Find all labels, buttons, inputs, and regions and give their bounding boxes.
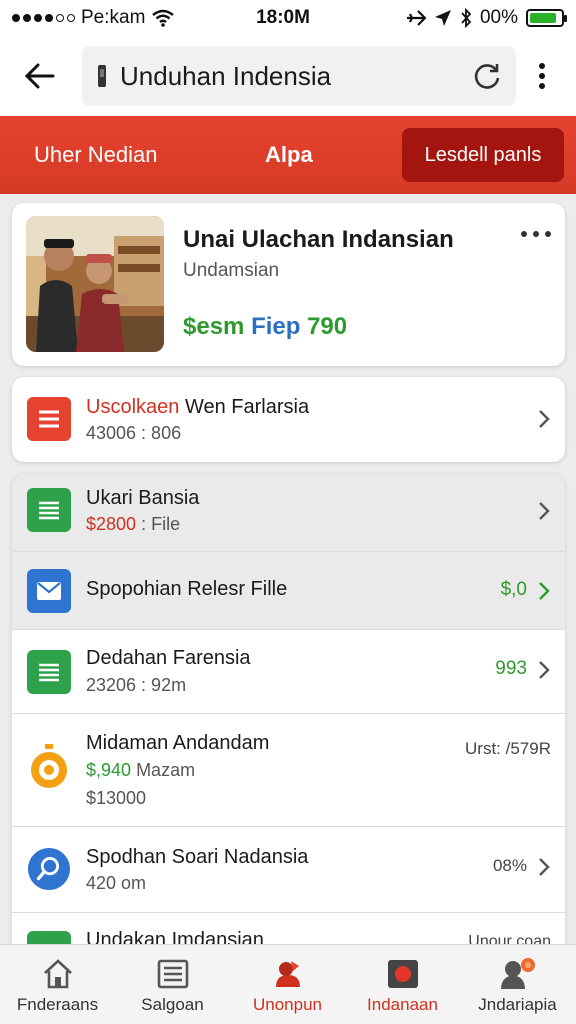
location-icon <box>434 10 451 26</box>
signal-icon <box>12 14 75 22</box>
timer-icon <box>27 744 71 789</box>
battery-fill <box>530 13 556 23</box>
nav-label: Unonpun <box>252 995 322 1014</box>
list-item[interactable]: Spodhan Soari Nadansia 420 om 08% <box>12 827 565 913</box>
lock-icon <box>98 65 106 87</box>
tab-lesdell-label: Lesdell panls <box>424 143 542 166</box>
chevron-right-icon <box>539 858 550 876</box>
nav-label: Jndariapia <box>478 995 557 1014</box>
user-icon <box>500 958 535 989</box>
list-item-subtitle-2: $13000 <box>86 788 147 808</box>
file-item-subtitle: 43006 : 806 <box>86 423 182 443</box>
list-item[interactable]: Midaman Andandam $,940 Mazam $13000 Urst… <box>12 714 565 827</box>
document-icon <box>27 397 71 441</box>
list-item-title: Ukari Bansia <box>86 487 200 509</box>
list-item-title: Spodhan Soari Nadansia <box>86 846 309 868</box>
list-item-price: $2800 <box>86 514 137 534</box>
product-more-button[interactable] <box>521 231 551 237</box>
product-card[interactable]: Unai Ulachan Indansian Undamsian $esm Fi… <box>12 203 565 366</box>
chevron-right-icon <box>539 582 550 600</box>
search-icon <box>27 847 71 891</box>
bottom-nav: Fnderaans Salgoan Unonpun Indanaan Jndar… <box>0 944 576 1024</box>
list-item[interactable]: Spopohian Relesr Fille $,0 <box>12 552 565 630</box>
list-item-subtitle: 420 om <box>86 873 147 893</box>
list-item-value: $,0 <box>500 579 527 600</box>
product-title: Unai Ulachan Indansian <box>183 226 454 253</box>
list-item-subtitle: $,940 Mazam <box>86 760 195 781</box>
status-bar: Pe:kam 18:0M 00% <box>0 0 576 36</box>
top-bar: Unduhan Indensia <box>0 36 576 116</box>
document-icon <box>27 650 71 694</box>
refresh-icon[interactable] <box>472 61 502 91</box>
file-item-title-red: Uscolkaen <box>86 396 180 418</box>
nav-item-jndariapia[interactable]: Jndariapia <box>460 951 575 1021</box>
list-item-value: Urst: /579R <box>465 739 551 758</box>
list-item-title: Spopohian Relesr Fille <box>86 578 288 600</box>
list-item-title: Dedahan Farensia <box>86 647 251 669</box>
product-price: $esm Fiep 790 <box>183 313 347 341</box>
price-part-blue: Fiep <box>251 313 301 340</box>
status-left: Pe:kam <box>12 7 212 29</box>
battery-percent: 00% <box>479 7 518 28</box>
nav-label: Fnderaans <box>16 995 99 1014</box>
nav-label: Indanaan <box>367 995 438 1014</box>
tab-uher-nedian[interactable]: Uher Nedian <box>34 142 158 168</box>
profile-icon <box>275 961 300 987</box>
list-icon <box>157 959 188 989</box>
file-item-card[interactable]: Uscolkaen Wen Farlarsia 43006 : 806 <box>12 377 565 462</box>
nav-item-indanaan[interactable]: Indanaan <box>345 951 460 1021</box>
more-menu-button[interactable] <box>530 56 554 96</box>
status-right: 00% <box>354 7 567 29</box>
tab-lesdell-panls[interactable]: Lesdell panls <box>402 128 564 182</box>
list-item-subtitle: $2800 : File <box>86 514 180 535</box>
tab-bar: Uher Nedian Alpa Lesdell panls <box>0 116 576 194</box>
nav-item-salgoan[interactable]: Salgoan <box>115 951 230 1021</box>
list-item-title: Midaman Andandam <box>86 732 270 754</box>
url-text: Unduhan Indensia <box>120 60 332 91</box>
carrier-label: Pe:kam <box>81 7 146 28</box>
tab-alpa[interactable]: Alpa <box>265 142 313 168</box>
wifi-icon <box>152 9 175 27</box>
list-item[interactable]: Dedahan Farensia 23206 : 92m 993 <box>12 630 565 714</box>
airplane-icon <box>406 10 426 26</box>
list-item-price: $,940 <box>86 760 132 780</box>
status-time: 18:0M <box>256 7 310 28</box>
address-bar[interactable]: Unduhan Indensia <box>82 46 516 106</box>
file-list: Ukari Bansia $2800 : File Spopohian Rele… <box>12 474 565 954</box>
chevron-right-icon <box>539 502 550 520</box>
list-item-meta: : File <box>141 514 181 534</box>
chevron-right-icon <box>539 661 550 679</box>
record-icon <box>387 960 418 988</box>
home-icon <box>43 959 72 989</box>
battery-icon <box>526 9 567 27</box>
document-icon <box>27 488 71 532</box>
nav-label: Salgoan <box>141 995 204 1014</box>
nav-item-unonpun[interactable]: Unonpun <box>230 951 345 1021</box>
list-item-subtitle: 23206 : 92m <box>86 675 187 695</box>
file-item-title: Uscolkaen Wen Farlarsia <box>86 396 309 419</box>
file-item-title-rest: Wen Farlarsia <box>184 396 310 418</box>
back-arrow-icon <box>25 63 55 89</box>
bluetooth-icon <box>461 8 472 28</box>
mail-icon <box>27 569 71 613</box>
list-item-value: 08% <box>492 856 527 875</box>
list-item-meta: Mazam <box>136 760 196 780</box>
chevron-right-icon <box>539 410 550 428</box>
price-part-amount: 790 <box>307 313 348 340</box>
price-part-green: $esm <box>183 313 245 340</box>
back-button[interactable] <box>16 52 64 100</box>
product-photo <box>26 216 164 352</box>
list-item[interactable]: Ukari Bansia $2800 : File <box>12 474 565 552</box>
list-item-value: 993 <box>495 658 527 679</box>
nav-item-fnderaans[interactable]: Fnderaans <box>0 951 115 1021</box>
product-subtitle: Undamsian <box>183 260 280 281</box>
